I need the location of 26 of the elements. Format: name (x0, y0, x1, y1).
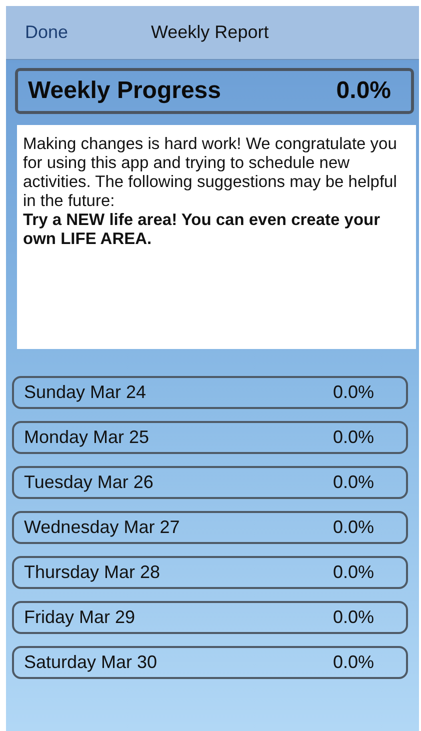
summary-value: 0.0% (336, 77, 391, 105)
day-percent: 0.0% (332, 562, 374, 583)
day-percent: 0.0% (332, 652, 374, 673)
day-label: Friday Mar 29 (24, 607, 136, 628)
message-text: Making changes is hard work! We congratulate you for using this app and trying to schedule new activities. The following suggestions may be helpful in the future: Try a NEW life area! You can even create your own LIFE AREA. (23, 135, 398, 249)
day-label: Sunday Mar 24 (24, 382, 148, 403)
done-button[interactable]: Done (19, 18, 74, 47)
day-percent: 0.0% (332, 427, 374, 448)
day-percent: 0.0% (332, 382, 374, 403)
day-percent: 0.0% (332, 517, 374, 538)
day-label: Monday Mar 25 (24, 427, 150, 448)
day-label: Thursday Mar 28 (24, 562, 162, 583)
nav-title: Weekly Report (151, 22, 269, 43)
day-label: Saturday Mar 30 (24, 652, 158, 673)
day-percent: 0.0% (332, 472, 374, 493)
summary-label: Weekly Progress (28, 77, 221, 105)
day-percent: 0.0% (332, 607, 374, 628)
day-row[interactable]: Sunday Mar 24 0.0% (12, 376, 408, 409)
day-row[interactable]: Wednesday Mar 27 0.0% (12, 511, 408, 544)
day-label: Tuesday Mar 26 (24, 472, 154, 493)
day-label: Wednesday Mar 27 (24, 517, 181, 538)
day-row[interactable]: Thursday Mar 28 0.0% (12, 556, 408, 589)
day-row[interactable]: Monday Mar 25 0.0% (12, 421, 408, 454)
day-row[interactable]: Tuesday Mar 26 0.0% (12, 466, 408, 499)
day-row[interactable]: Friday Mar 29 0.0% (12, 601, 408, 634)
day-row[interactable]: Saturday Mar 30 0.0% (12, 646, 408, 679)
